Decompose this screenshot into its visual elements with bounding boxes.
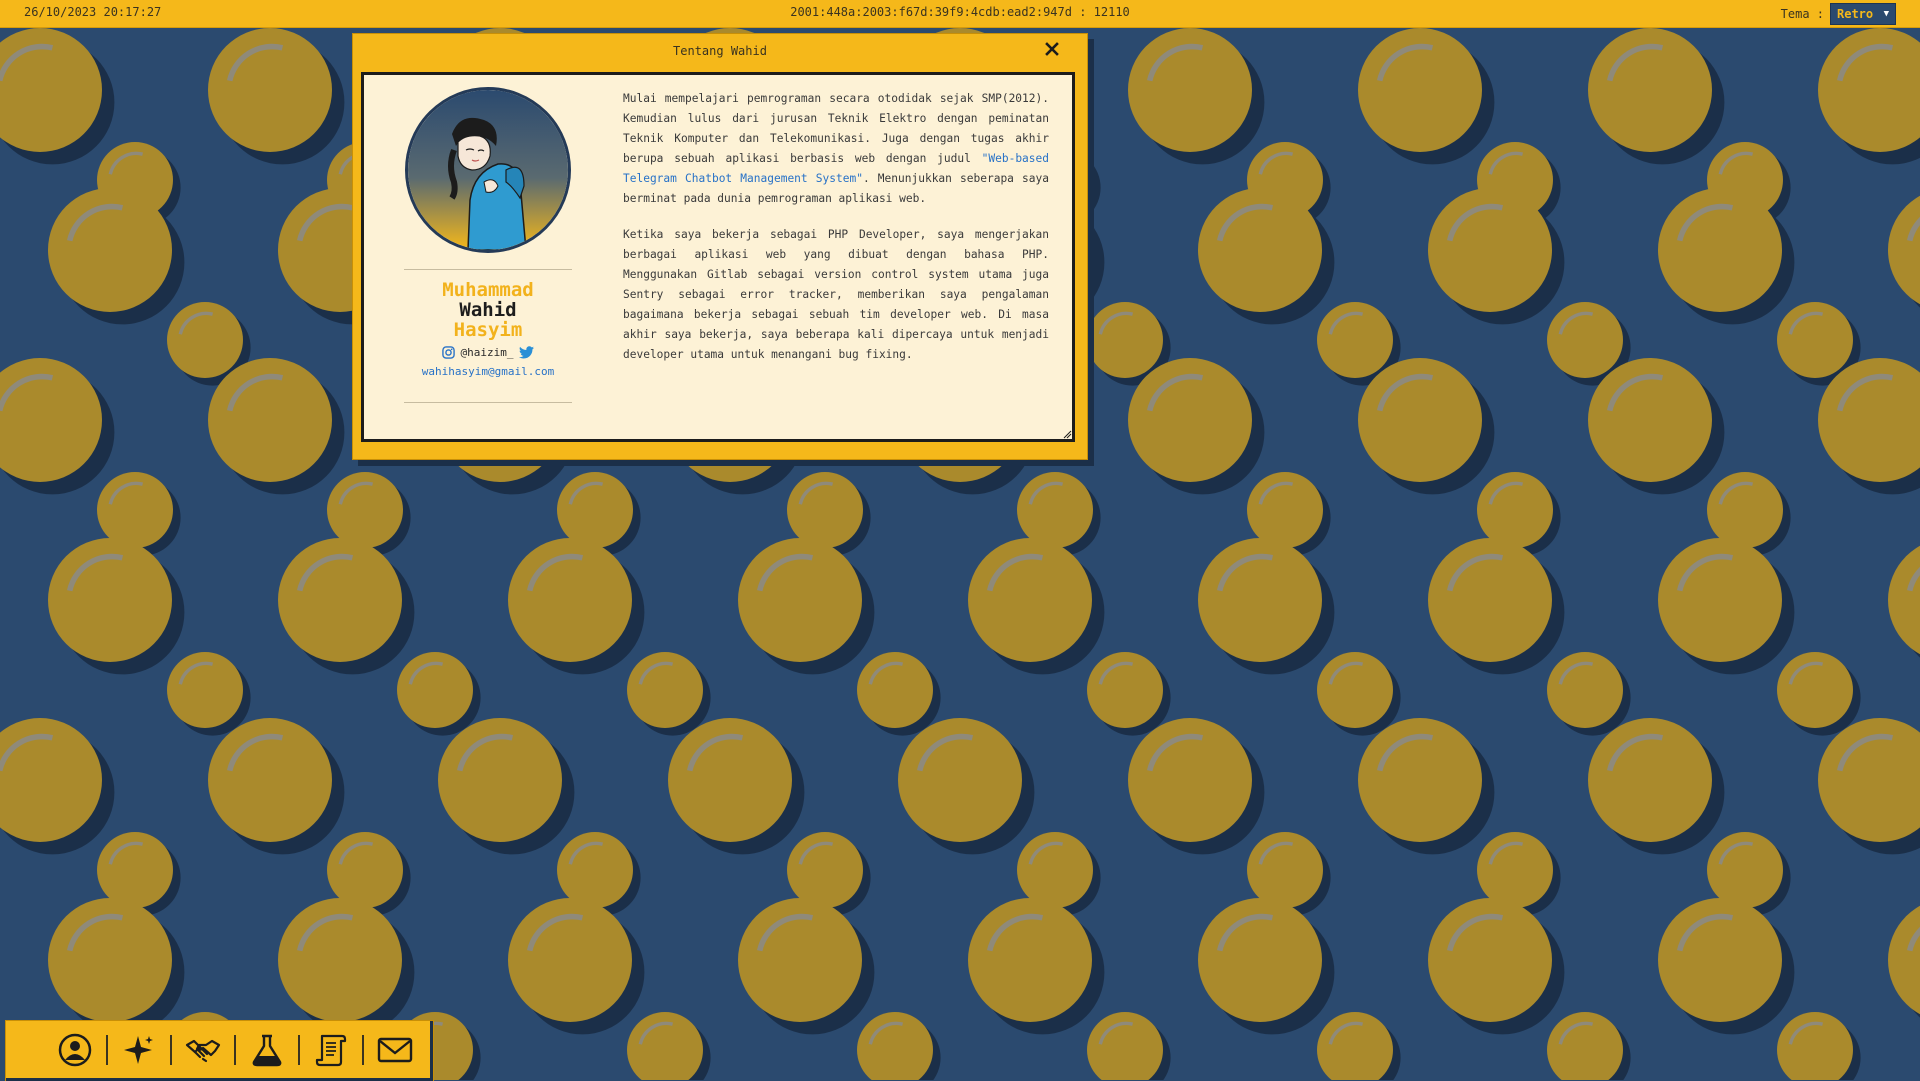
pixel-coin (1128, 28, 1265, 165)
dock-items (44, 1030, 426, 1070)
dock-button-projects[interactable] (236, 1030, 298, 1070)
close-icon (1045, 42, 1059, 56)
pixel-coin (278, 538, 415, 675)
pixel-coin (1588, 358, 1725, 495)
pixel-coin (1777, 652, 1861, 736)
pixel-coin (278, 898, 415, 1035)
pixel-coin (208, 718, 345, 855)
profile-card: Muhammad Wahid Hasyim @haizim_ wahihasyi… (404, 87, 572, 413)
pixel-coin (968, 898, 1105, 1035)
pixel-coin (1777, 1012, 1861, 1080)
social-links: @haizim_ (404, 346, 572, 359)
profile-name: Muhammad Wahid Hasyim (404, 280, 572, 340)
profile-divider-top (404, 269, 572, 270)
pixel-coin (1358, 358, 1495, 495)
first-name: Muhammad (442, 279, 534, 301)
pixel-coin (1358, 28, 1495, 165)
ip-address-label: 2001:448a:2003:f67d:39f9:4cdb:ead2:947d … (790, 5, 1130, 19)
pixel-coin (1547, 1012, 1631, 1080)
pixel-coin (1358, 718, 1495, 855)
bio-text: Mulai mempelajari pemrograman secara oto… (623, 89, 1049, 381)
resize-handle-icon[interactable] (1062, 429, 1072, 439)
window-content: Muhammad Wahid Hasyim @haizim_ wahihasyi… (361, 72, 1075, 442)
pixel-coin (1588, 28, 1725, 165)
top-bar: 26/10/2023 20:17:27 2001:448a:2003:f67d:… (0, 0, 1920, 28)
pixel-coin (1087, 1012, 1171, 1080)
window-title: Tentang Wahid (673, 44, 767, 58)
dock-button-contact[interactable] (364, 1030, 426, 1070)
pixel-coin (857, 652, 941, 736)
sparkle-icon (124, 1036, 153, 1064)
theme-control: Tema : Retro ▼ (1781, 3, 1896, 25)
profile-icon (58, 1033, 92, 1067)
pixel-coin (508, 898, 645, 1035)
pixel-coin (1547, 652, 1631, 736)
pixel-coin (1317, 1012, 1401, 1080)
pixel-coin (968, 538, 1105, 675)
mail-icon (377, 1037, 413, 1063)
pixel-coin (738, 538, 875, 675)
pixel-coin (438, 718, 575, 855)
pixel-coin (668, 718, 805, 855)
pixel-coin (857, 1012, 941, 1080)
theme-select[interactable]: Retro ▼ (1830, 3, 1896, 25)
pixel-coin (0, 28, 115, 165)
pixel-coin (1428, 898, 1565, 1035)
pixel-coin (738, 898, 875, 1035)
bio-paragraph-2: Ketika saya bekerja sebagai PHP Develope… (623, 228, 1049, 361)
pixel-coin (167, 652, 251, 736)
instagram-handle[interactable]: @haizim_ (461, 346, 514, 359)
pixel-coin (1818, 28, 1920, 165)
flask-icon (252, 1034, 282, 1067)
avatar (405, 87, 571, 253)
dock-button-skills[interactable] (108, 1030, 170, 1070)
email-link[interactable]: wahihasyim@gmail.com (404, 365, 572, 378)
dock-button-profile[interactable] (44, 1030, 106, 1070)
pixel-coin (48, 538, 185, 675)
pixel-coin (48, 898, 185, 1035)
profile-divider-bottom (404, 402, 572, 403)
bio-paragraph-1: Mulai mempelajari pemrograman secara oto… (623, 89, 1049, 209)
dock-button-experience[interactable] (172, 1030, 234, 1070)
pixel-coin (1317, 652, 1401, 736)
pixel-coin (0, 358, 115, 495)
pixel-coin (208, 28, 345, 165)
dock-bar (5, 1020, 434, 1081)
datetime-label: 26/10/2023 20:17:27 (24, 5, 162, 19)
pixel-coin (1818, 718, 1920, 855)
pixel-coin (508, 538, 645, 675)
last-name: Hasyim (453, 319, 523, 341)
twitter-icon[interactable] (519, 346, 535, 359)
pixel-coin (1888, 545, 1920, 658)
pixel-coin (1658, 538, 1795, 675)
pixel-coin (208, 358, 345, 495)
instagram-icon[interactable] (441, 346, 455, 359)
chevron-down-icon: ▼ (1883, 9, 1889, 19)
theme-label: Tema : (1780, 7, 1824, 21)
handshake-icon (185, 1039, 221, 1063)
pixel-coin (1588, 718, 1725, 855)
pixel-coin (1087, 652, 1171, 736)
theme-select-value: Retro (1837, 7, 1874, 21)
pixel-coin (0, 718, 115, 855)
pixel-coin (1888, 905, 1920, 1018)
pixel-coin (1658, 898, 1795, 1035)
about-window: Tentang Wahid Muhammad Wahid Hasyim @hai… (352, 33, 1088, 460)
close-button[interactable] (1043, 40, 1061, 58)
pixel-coin (1128, 358, 1265, 495)
scroll-icon (315, 1034, 347, 1067)
dock-button-resume[interactable] (300, 1030, 362, 1070)
middle-name: Wahid (459, 299, 517, 321)
pixel-coin (627, 652, 711, 736)
pixel-coin (1128, 718, 1265, 855)
pixel-coin (1888, 195, 1920, 308)
pixel-coin (1428, 538, 1565, 675)
pixel-coin (397, 652, 481, 736)
pixel-coin (627, 1012, 711, 1080)
pixel-coin (1198, 898, 1335, 1035)
pixel-coin (898, 718, 1035, 855)
pixel-coin (1198, 538, 1335, 675)
